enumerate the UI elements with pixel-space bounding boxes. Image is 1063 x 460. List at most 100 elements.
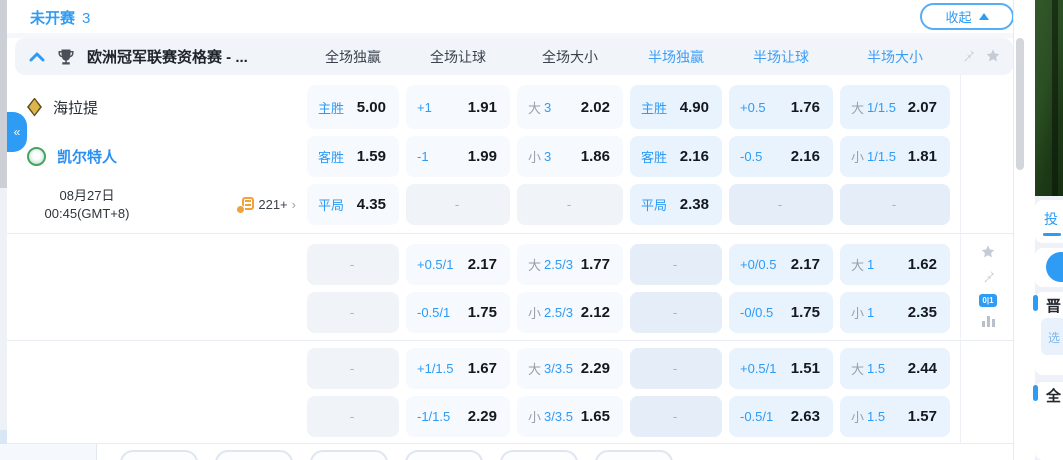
- odds-cell[interactable]: 小12.35: [840, 292, 950, 333]
- odds-cell[interactable]: -: [630, 292, 722, 333]
- odds-label: 大1.5: [851, 359, 885, 378]
- panel-section-2-title: 全: [1046, 385, 1061, 406]
- odds-cell[interactable]: -0/0.51.75: [729, 292, 833, 333]
- betting-odds-page: 未开赛3 收起 欧洲冠军联赛资格赛 - ... 全场独赢 全场让球 全场大小 半…: [0, 0, 1063, 460]
- collapse-button[interactable]: 收起: [920, 3, 1014, 30]
- odds-cell[interactable]: 大32.02: [517, 85, 623, 129]
- odds-cell[interactable]: +0.5/12.17: [406, 244, 510, 285]
- odds-label: 小1: [851, 303, 874, 322]
- odds-cell[interactable]: -: [840, 184, 950, 225]
- odds-cell[interactable]: -: [307, 292, 399, 333]
- market-pill[interactable]: [595, 450, 673, 460]
- star-icon[interactable]: [985, 48, 1001, 64]
- favorite-star-icon[interactable]: [980, 244, 996, 260]
- chevron-right-icon: ›: [292, 197, 296, 212]
- market-pill[interactable]: [310, 450, 388, 460]
- odds-cell[interactable]: -: [406, 184, 510, 225]
- empty-team-cell: [0, 348, 300, 389]
- odds-cell[interactable]: -: [307, 396, 399, 437]
- topbar: 未开赛3 收起: [7, 0, 1013, 33]
- betslip-tab[interactable]: 投: [1044, 209, 1058, 229]
- market-pill[interactable]: [405, 450, 483, 460]
- odds-cell[interactable]: -: [729, 184, 833, 225]
- vertical-scrollbar-thumb[interactable]: [1016, 38, 1024, 170]
- odds-value: 2.29: [581, 360, 610, 377]
- market-pill[interactable]: [500, 450, 578, 460]
- odds-cell[interactable]: 平局2.38: [630, 184, 722, 225]
- home-team-logo-icon: [27, 98, 42, 117]
- odds-cell[interactable]: -: [630, 396, 722, 437]
- odds-cell[interactable]: 客胜2.16: [630, 136, 722, 177]
- league-title: 欧洲冠军联赛资格赛 - ...: [87, 46, 248, 67]
- section-accent-bar: [1033, 295, 1038, 311]
- empty-team-cell: [0, 292, 300, 333]
- market-pill[interactable]: [215, 450, 293, 460]
- odds-cell[interactable]: -1/1.52.29: [406, 396, 510, 437]
- panel-section-1-box[interactable]: 选: [1041, 318, 1063, 355]
- odds-cell[interactable]: +0.5/11.51: [729, 348, 833, 389]
- odds-cell[interactable]: +1/1.51.67: [406, 348, 510, 389]
- odds-value: 1.51: [791, 360, 820, 377]
- odds-cell[interactable]: -0.5/12.63: [729, 396, 833, 437]
- panel-section-1: 晋 选: [1035, 292, 1063, 375]
- odds-cell[interactable]: 小3/3.51.65: [517, 396, 623, 437]
- odds-cell[interactable]: 大2.5/31.77: [517, 244, 623, 285]
- odds-label: -0.5: [740, 149, 762, 164]
- content-right-border: [1013, 0, 1014, 460]
- odds-cell[interactable]: 小31.86: [517, 136, 623, 177]
- odds-value: 5.00: [357, 99, 386, 116]
- match-video-thumbnail[interactable]: [1035, 0, 1063, 196]
- odds-row: --1/1.52.29小3/3.51.65--0.5/12.63小1.51.57: [0, 396, 950, 437]
- market-pill[interactable]: [120, 450, 198, 460]
- away-team-cell[interactable]: 凯尔特人: [0, 136, 300, 177]
- odds-label: 平局: [641, 195, 667, 214]
- odds-cell[interactable]: 小1/1.51.81: [840, 136, 950, 177]
- odds-cell[interactable]: 小1.51.57: [840, 396, 950, 437]
- odds-cell[interactable]: 大1/1.52.07: [840, 85, 950, 129]
- odds-cell[interactable]: -0.52.16: [729, 136, 833, 177]
- odds-value: 1.57: [908, 408, 937, 425]
- odds-cell[interactable]: 大3/3.52.29: [517, 348, 623, 389]
- triangle-up-icon: [979, 13, 989, 20]
- column-header-ft-ou: 全场大小: [517, 47, 623, 67]
- odds-cell[interactable]: 大11.62: [840, 244, 950, 285]
- odds-cell[interactable]: -: [517, 184, 623, 225]
- odds-cell[interactable]: 客胜1.59: [307, 136, 399, 177]
- pin-icon[interactable]: [960, 48, 976, 64]
- odds-cell[interactable]: -11.99: [406, 136, 510, 177]
- match-meta-cell: 08月27日 00:45(GMT+8) 221+ ›: [0, 184, 300, 225]
- pin-match-icon[interactable]: [980, 269, 996, 285]
- odds-cell[interactable]: +11.91: [406, 85, 510, 129]
- odds-label: 客胜: [318, 147, 344, 166]
- odds-value: 1.75: [791, 304, 820, 321]
- panel-action-button[interactable]: [1046, 252, 1063, 282]
- odds-cell[interactable]: 主胜4.90: [630, 85, 722, 129]
- sidebar-collapse-tab[interactable]: «: [7, 112, 27, 152]
- odds-cell[interactable]: +0/0.52.17: [729, 244, 833, 285]
- odds-cell[interactable]: -: [630, 348, 722, 389]
- more-markets-link[interactable]: 221+ ›: [236, 197, 296, 213]
- odds-label: +0.5/1: [417, 257, 454, 272]
- home-team-cell[interactable]: 海拉提: [0, 85, 300, 129]
- odds-cell[interactable]: +0.51.76: [729, 85, 833, 129]
- odds-label: 小3: [528, 147, 551, 166]
- odds-cell[interactable]: 小2.5/32.12: [517, 292, 623, 333]
- odds-cell[interactable]: -0.5/11.75: [406, 292, 510, 333]
- betslip-tab-card: 投: [1035, 200, 1063, 243]
- league-header-row[interactable]: 欧洲冠军联赛资格赛 - ... 全场独赢 全场让球 全场大小 半场独赢 半场让球…: [15, 38, 1013, 75]
- home-team-row: 海拉提 主胜5.00+11.91大32.02主胜4.90+0.51.76大1/1…: [0, 85, 950, 129]
- chevron-up-icon[interactable]: [29, 50, 45, 64]
- empty-odds-dash: -: [673, 409, 677, 424]
- odds-cell[interactable]: -: [307, 348, 399, 389]
- odds-cell[interactable]: -: [630, 244, 722, 285]
- odds-label: -1: [417, 149, 429, 164]
- odds-value: 1.77: [581, 256, 610, 273]
- odds-cell[interactable]: 平局4.35: [307, 184, 399, 225]
- odds-value: 2.44: [908, 360, 937, 377]
- zero-one-odds-format-icon[interactable]: 0|1: [979, 294, 997, 307]
- odds-cell[interactable]: 主胜5.00: [307, 85, 399, 129]
- group-divider: [7, 340, 1013, 341]
- odds-cell[interactable]: 大1.5 2.44: [840, 348, 950, 389]
- odds-cell[interactable]: -: [307, 244, 399, 285]
- stats-chart-icon[interactable]: [982, 316, 995, 327]
